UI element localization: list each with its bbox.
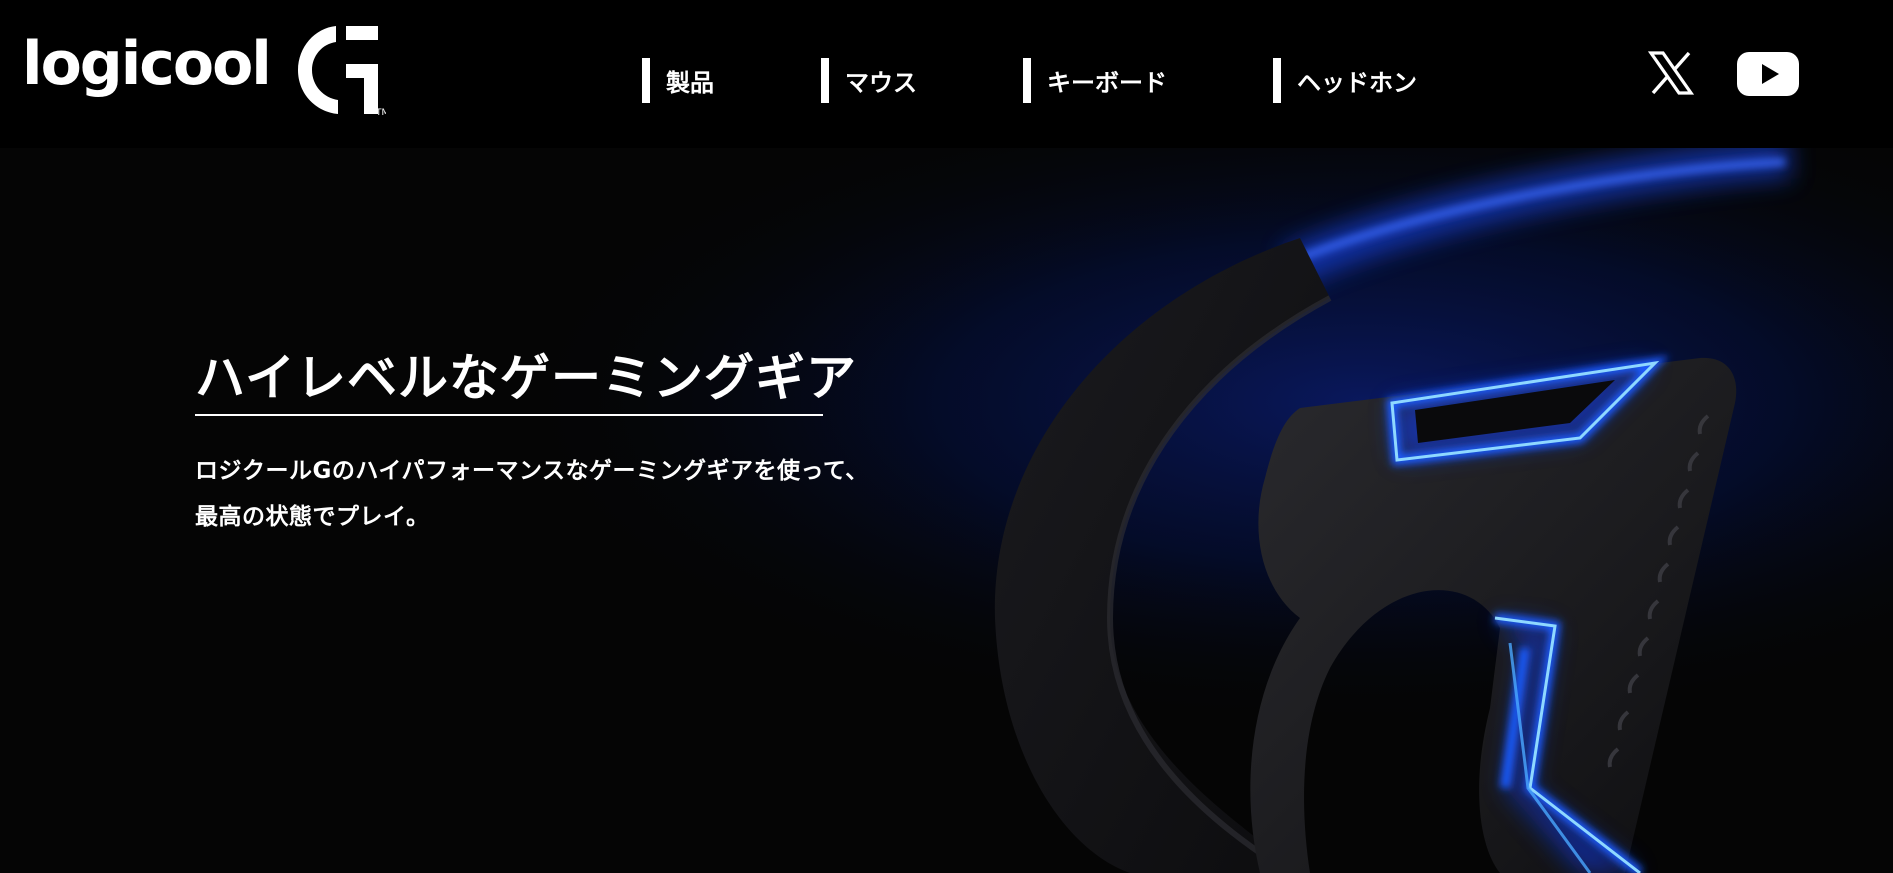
nav-item-products[interactable]: 製品: [642, 58, 714, 103]
logo-wordmark: logicool: [22, 29, 272, 99]
logitech-g-mark-icon: TM: [292, 20, 386, 116]
nav-marker: [821, 58, 829, 103]
youtube-icon[interactable]: [1737, 50, 1799, 98]
hero-description-line: ロジクールGのハイパフォーマンスなゲーミングギアを使って、: [195, 458, 869, 484]
nav-label: キーボード: [1047, 69, 1167, 97]
headline-underline: [195, 414, 823, 416]
nav-item-headphones[interactable]: ヘッドホン: [1273, 58, 1417, 103]
nav-label: ヘッドホン: [1297, 69, 1417, 97]
nav-marker: [1273, 58, 1281, 103]
nav-item-mouse[interactable]: マウス: [821, 58, 917, 103]
x-icon[interactable]: [1648, 50, 1694, 96]
site-header: logicool TM 製品 マウス キーボード ヘッドホン: [0, 0, 1893, 148]
nav-marker: [1023, 58, 1031, 103]
hero-headline: ハイレベルなゲーミングギア: [195, 349, 857, 407]
hero-description: ロジクールGのハイパフォーマンスなゲーミングギアを使って、 最高の状態でプレイ。: [195, 448, 915, 540]
main-nav: 製品 マウス キーボード ヘッドホン: [642, 58, 1417, 103]
nav-item-keyboard[interactable]: キーボード: [1023, 58, 1167, 103]
hero-banner: ハイレベルなゲーミングギア ロジクールGのハイパフォーマンスなゲーミングギアを使…: [0, 148, 1893, 873]
logicool-g-logo[interactable]: logicool TM: [22, 20, 386, 120]
nav-label: マウス: [845, 69, 917, 97]
hero-description-line: 最高の状態でプレイ。: [195, 504, 430, 530]
trademark-text: TM: [375, 108, 386, 116]
nav-marker: [642, 58, 650, 103]
nav-label: 製品: [666, 69, 714, 97]
